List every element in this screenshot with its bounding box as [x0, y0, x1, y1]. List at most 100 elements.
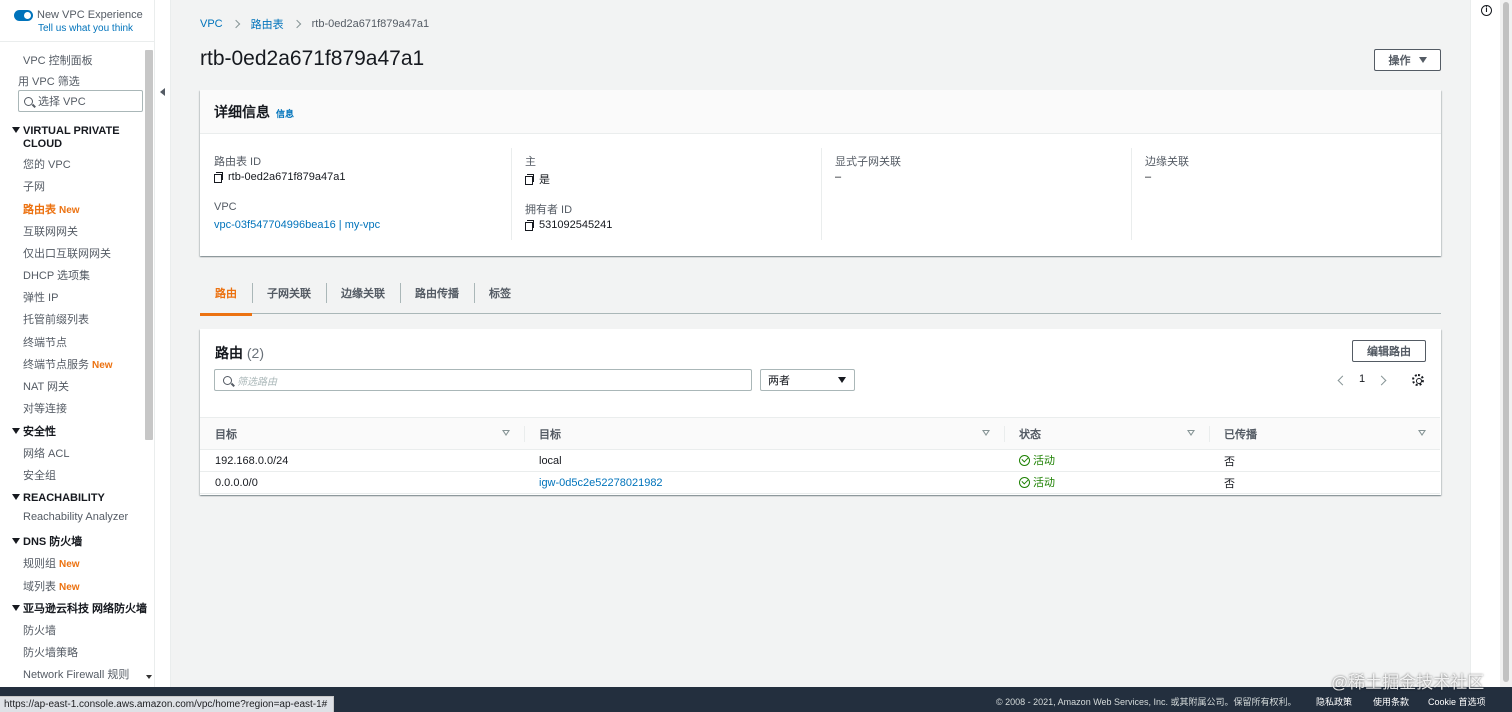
routes-panel: 路由 (2) 编辑路由 筛选路由 两者 1 目标 目标 状态 已传播 192.1… — [200, 329, 1441, 495]
sidebar-collapse-strip[interactable] — [155, 0, 171, 687]
cookie-preferences-link[interactable]: Cookie 首选项 — [1428, 695, 1486, 708]
check-circle-icon — [1019, 476, 1030, 488]
sidebar-item-dhcp[interactable]: DHCP 选项集 — [23, 267, 90, 283]
sidebar-item-peering[interactable]: 对等连接 — [23, 400, 67, 416]
sidebar-item-nacl[interactable]: 网络 ACL — [23, 445, 69, 461]
caret-down-icon — [12, 538, 20, 544]
column-header-status[interactable]: 状态 — [1004, 417, 1209, 450]
sidebar-item-prefix-lists[interactable]: 托管前缀列表 — [23, 311, 89, 327]
vpc-label: VPC — [214, 201, 237, 213]
sidebar-item-subnets[interactable]: 子网 — [23, 178, 45, 194]
table-row[interactable]: 0.0.0.0/0 igw-0d5c2e52278021982 活动 否 — [200, 471, 1440, 494]
vpc-link[interactable]: vpc-03f547704996bea16 | my-vpc — [214, 219, 380, 231]
column-header-propagated[interactable]: 已传播 — [1209, 417, 1440, 450]
section-dns-firewall[interactable]: DNS 防火墙 — [12, 536, 82, 549]
table-row[interactable]: 192.168.0.0/24 local 活动 否 — [200, 449, 1440, 472]
tab-tags[interactable]: 标签 — [474, 271, 526, 314]
breadcrumb-current: rtb-0ed2a671f879a47a1 — [311, 18, 430, 30]
search-icon — [24, 96, 33, 106]
tab-routes[interactable]: 路由 — [200, 271, 252, 316]
column-header-target[interactable]: 目标 — [524, 417, 1004, 450]
help-panel-strip: i — [1470, 0, 1500, 687]
route-filter-input[interactable]: 筛选路由 — [214, 369, 752, 391]
toggle-switch[interactable] — [14, 10, 33, 21]
sidebar-item-firewalls[interactable]: 防火墙 — [23, 622, 56, 638]
destination-cell: 0.0.0.0/0 — [200, 471, 524, 494]
terms-link[interactable]: 使用条款 — [1373, 695, 1409, 708]
sidebar-item-egress-igw[interactable]: 仅出口互联网网关 — [23, 245, 111, 261]
sidebar-item-route-tables[interactable]: 路由表 New — [23, 201, 80, 217]
collapse-left-icon[interactable] — [160, 88, 165, 96]
new-badge: New — [59, 205, 80, 216]
copyright-text: © 2008 - 2021, Amazon Web Services, Inc.… — [996, 697, 1297, 707]
actions-button[interactable]: 操作 — [1374, 49, 1441, 71]
section-security[interactable]: 安全性 — [12, 426, 56, 439]
sidebar-item-sg[interactable]: 安全组 — [23, 467, 56, 483]
sort-icon[interactable] — [1187, 430, 1195, 436]
status-cell: 活动 — [1004, 449, 1209, 472]
section-reachability[interactable]: REACHABILITY — [12, 492, 105, 505]
sidebar-item-endpoints[interactable]: 终端节点 — [23, 334, 67, 350]
sidebar-item-dashboard[interactable]: VPC 控制面板 — [23, 52, 93, 68]
sidebar-item-endpoint-services[interactable]: 终端节点服务 New — [23, 356, 113, 372]
route-type-select[interactable]: 两者 — [760, 369, 855, 391]
sidebar-item-firewall-policies[interactable]: 防火墙策略 — [23, 644, 78, 660]
sidebar-item-rule-groups[interactable]: 规则组 New — [23, 555, 80, 571]
vpc-select-input[interactable]: 选择 VPC — [18, 90, 143, 112]
propagated-cell: 否 — [1209, 471, 1440, 494]
chevron-right-icon[interactable] — [1376, 375, 1387, 386]
scroll-down-icon[interactable] — [146, 675, 152, 679]
section-vpc[interactable]: VIRTUAL PRIVATE CLOUD — [12, 125, 138, 151]
chevron-right-icon — [292, 19, 301, 29]
caret-down-icon — [12, 605, 20, 611]
section-network-firewall[interactable]: 亚马逊云科技 网络防火墙 — [12, 603, 147, 616]
sidebar-item-nf-rules[interactable]: Network Firewall 规则 — [23, 666, 129, 682]
info-icon[interactable]: i — [1481, 5, 1492, 16]
caret-down-icon — [12, 494, 20, 500]
edit-routes-button[interactable]: 编辑路由 — [1352, 340, 1426, 362]
sidebar-item-eip[interactable]: 弹性 IP — [23, 289, 58, 305]
check-circle-icon — [1019, 454, 1030, 466]
destination-cell: 192.168.0.0/24 — [200, 449, 524, 472]
copy-icon[interactable] — [525, 174, 534, 185]
new-badge: New — [59, 582, 80, 593]
new-badge: New — [59, 559, 80, 570]
page-scrollbar[interactable] — [1500, 0, 1512, 687]
column-header-destination[interactable]: 目标 — [200, 417, 524, 450]
sidebar-item-reachability-analyzer[interactable]: Reachability Analyzer — [23, 511, 128, 523]
breadcrumb-route-tables[interactable]: 路由表 — [251, 16, 284, 32]
routes-count: (2) — [246, 345, 265, 361]
sort-icon[interactable] — [502, 430, 510, 436]
caret-down-icon — [12, 428, 20, 434]
breadcrumb-vpc[interactable]: VPC — [200, 18, 223, 30]
chevron-left-icon[interactable] — [1337, 375, 1348, 386]
target-link[interactable]: igw-0d5c2e52278021982 — [524, 471, 1004, 494]
tab-edge-associations[interactable]: 边缘关联 — [326, 271, 400, 314]
propagated-cell: 否 — [1209, 449, 1440, 472]
status-cell: 活动 — [1004, 471, 1209, 494]
sidebar-item-domain-lists[interactable]: 域列表 New — [23, 578, 80, 594]
routes-table: 目标 目标 状态 已传播 192.168.0.0/24 local 活动 否 0… — [200, 417, 1440, 494]
privacy-link[interactable]: 隐私政策 — [1316, 695, 1352, 708]
copy-icon[interactable] — [214, 172, 223, 183]
page-number[interactable]: 1 — [1359, 373, 1365, 385]
sort-icon[interactable] — [1418, 430, 1426, 436]
breadcrumb: VPC 路由表 rtb-0ed2a671f879a47a1 — [200, 16, 429, 32]
sidebar-item-vpcs[interactable]: 您的 VPC — [23, 156, 71, 172]
caret-down-icon — [1418, 57, 1427, 63]
settings-gear-icon[interactable] — [1412, 374, 1424, 386]
copy-icon[interactable] — [525, 220, 534, 231]
details-title: 详细信息 — [214, 103, 270, 120]
sidebar-scrollbar[interactable] — [145, 50, 153, 440]
sidebar-item-nat[interactable]: NAT 网关 — [23, 378, 69, 394]
sort-icon[interactable] — [982, 430, 990, 436]
vpc-select-placeholder: 选择 VPC — [38, 96, 86, 108]
sidebar-item-igw[interactable]: 互联网网关 — [23, 223, 78, 239]
tab-route-propagation[interactable]: 路由传播 — [400, 271, 474, 314]
main-value: 是 — [525, 171, 550, 187]
tab-subnet-associations[interactable]: 子网关联 — [252, 271, 326, 314]
details-info-link[interactable]: 信息 — [276, 107, 294, 120]
feedback-link[interactable]: Tell us what you think — [37, 22, 143, 35]
edge-association-label: 边缘关联 — [1145, 156, 1189, 168]
tab-bar: 路由 子网关联 边缘关联 路由传播 标签 — [200, 271, 1441, 316]
